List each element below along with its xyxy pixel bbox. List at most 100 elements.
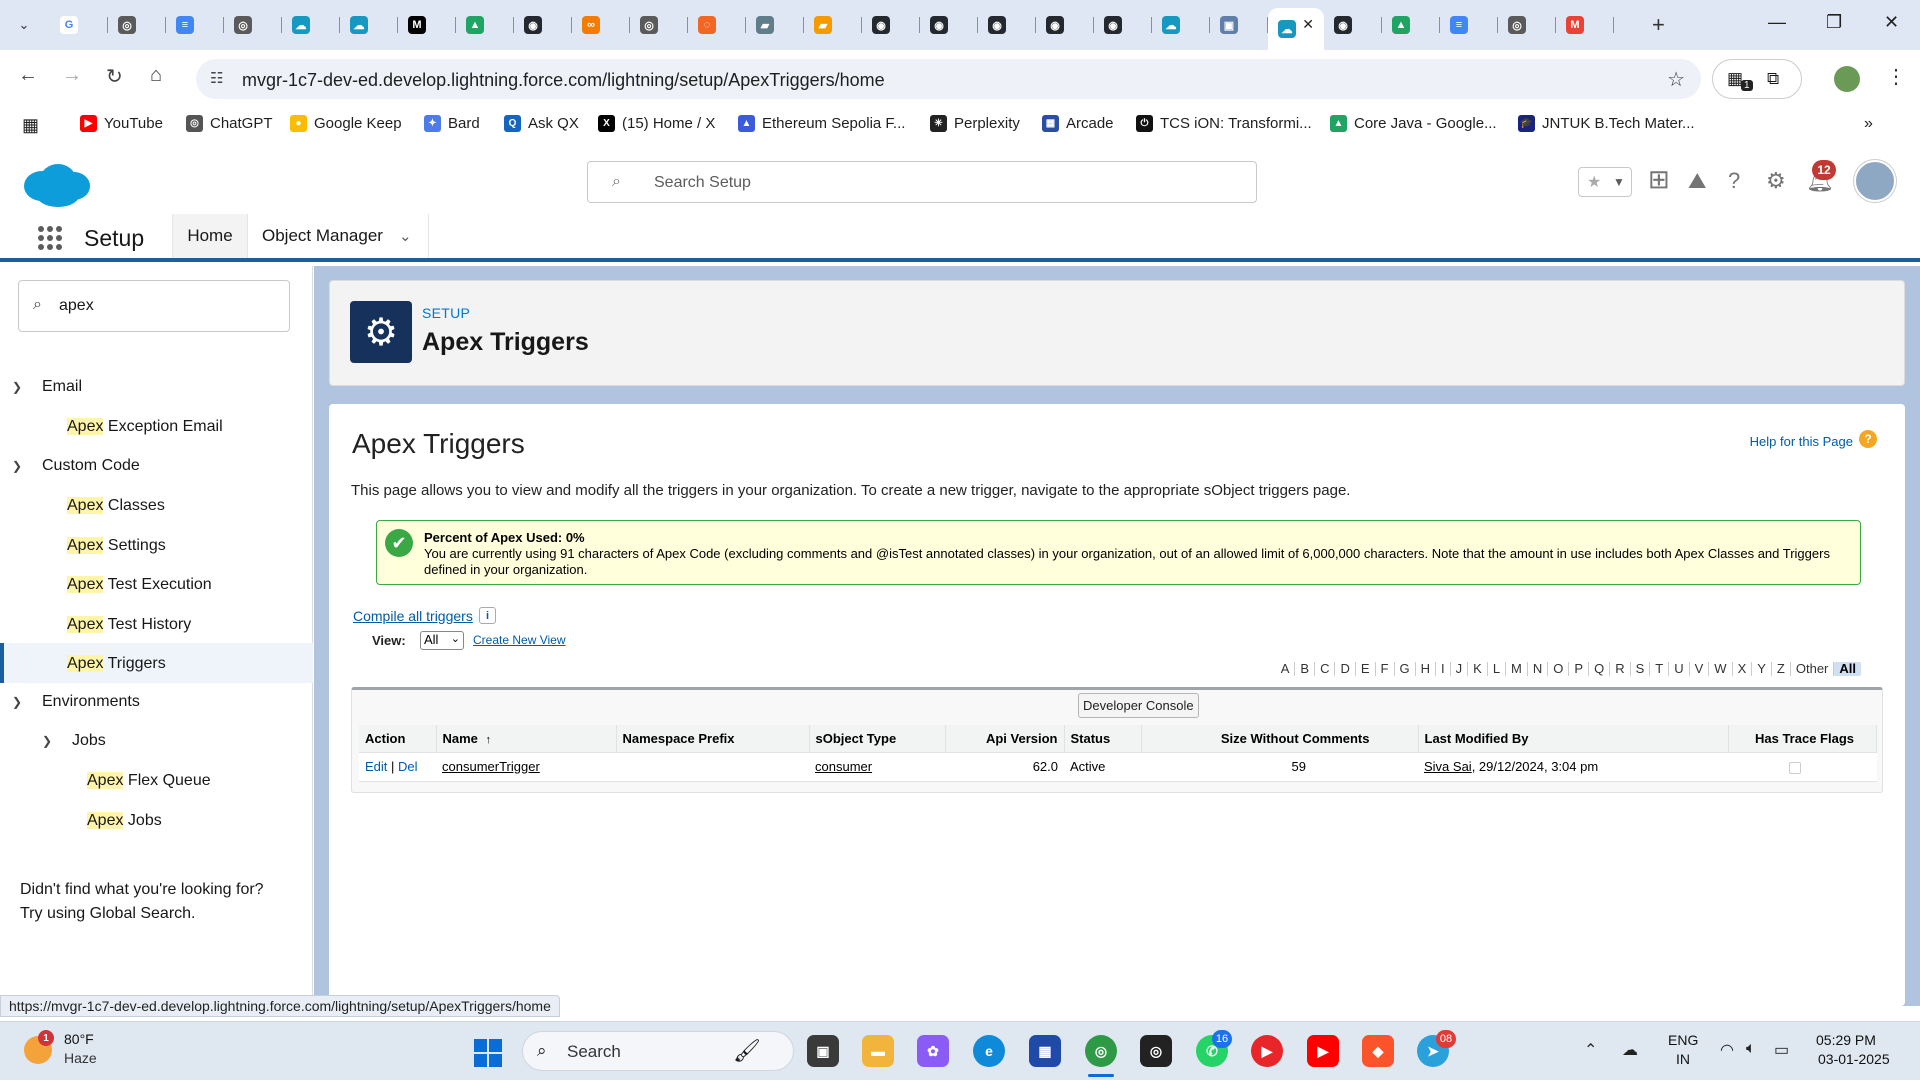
alpha-filter-k[interactable]: K [1468,662,1488,676]
bookmark-item[interactable]: ● Google Keep [290,115,402,132]
browser-tab[interactable]: G [50,8,108,42]
browser-tab[interactable]: ◌ [688,8,746,42]
alpha-filter-z[interactable]: Z [1772,662,1791,676]
bookmark-item[interactable]: ▲ Core Java - Google... [1330,115,1497,132]
browser-tab[interactable]: ◉ [1094,8,1152,42]
user-avatar[interactable] [1854,160,1896,202]
alpha-filter-p[interactable]: P [1569,662,1590,676]
favorites-button[interactable]: ★ ▼ [1578,167,1632,197]
browser-tab[interactable]: ▲ [456,8,514,42]
setup-search[interactable]: ⌕ Search Setup [587,161,1257,203]
bookmark-item[interactable]: ✦ Bard [424,115,480,132]
language-label[interactable]: ENG [1668,1032,1698,1048]
url-text[interactable]: mvgr-1c7-dev-ed.develop.lightning.force.… [242,70,885,91]
chatgpt-icon[interactable]: ◎ [1140,1035,1172,1067]
tree-node-jobs[interactable]: ❯ Jobs [42,732,106,750]
restore-button[interactable]: ❐ [1826,12,1842,33]
store-icon[interactable]: ▦ [1029,1035,1061,1067]
alpha-filter-v[interactable]: V [1690,662,1710,676]
alpha-filter-a[interactable]: A [1276,662,1296,676]
sidebar-item-apex-settings[interactable]: Apex Settings [67,536,166,555]
alpha-filter-h[interactable]: H [1416,662,1437,676]
clock-date[interactable]: 03-01-2025 [1818,1051,1890,1067]
browser-tab[interactable]: ≡ [166,8,224,42]
tree-node-environments[interactable]: ❯ Environments [12,693,140,711]
alpha-filter-q[interactable]: Q [1589,662,1611,676]
alpha-filter-g[interactable]: G [1395,662,1416,676]
reload-icon[interactable]: ↻ [106,64,123,89]
help-icon[interactable]: ? [1859,430,1877,448]
new-tab-button[interactable]: + [1652,12,1665,38]
browser-tab[interactable]: ◎ [224,8,282,42]
cloud-icon[interactable]: ☁ [1622,1040,1638,1060]
global-actions-icon[interactable]: ⊞ [1648,164,1670,195]
taskbar-search[interactable]: ⌕ Search 🖌︎ [522,1031,794,1071]
weather-condition[interactable]: Haze [64,1050,97,1066]
salesforce-logo[interactable] [20,160,92,210]
col-name[interactable]: Name ↑ [436,725,617,753]
alpha-filter-f[interactable]: F [1376,662,1395,676]
bookmark-item[interactable]: 🎓 JNTUK B.Tech Mater... [1518,115,1695,132]
task-view-icon[interactable]: ▣ [807,1035,839,1067]
more-menu-icon[interactable]: ⋮ [1886,64,1906,89]
bookmark-item[interactable]: ▶ YouTube [80,115,163,132]
browser-tab[interactable]: ☁ [282,8,340,42]
bookmark-item[interactable]: Q Ask QX [504,115,579,132]
bookmark-item[interactable]: ▦ Arcade [1042,115,1114,132]
browser-tab[interactable]: ▣ [1210,8,1268,42]
sobject-link[interactable]: consumer [815,759,872,774]
create-new-view-link[interactable]: Create New View [473,633,565,647]
developer-console-button[interactable]: Developer Console [1078,693,1199,718]
modified-by-user-link[interactable]: Siva Sai [1424,759,1472,774]
alpha-filter-r[interactable]: R [1610,662,1631,676]
close-window-button[interactable]: ✕ [1884,12,1899,33]
alpha-filter-c[interactable]: C [1315,662,1336,676]
alpha-filter-s[interactable]: S [1631,662,1651,676]
sidebar-item-apex-jobs[interactable]: Apex Jobs [87,811,162,830]
alpha-filter-b[interactable]: B [1295,662,1316,676]
browser-tab[interactable]: ▲ [1382,8,1440,42]
alpha-filter-j[interactable]: J [1451,662,1469,676]
forward-icon[interactable]: → [62,64,82,87]
tab-object-manager[interactable]: Object Manager ⌄ [262,214,428,258]
tab-search-button[interactable]: ⌄ [10,12,38,38]
browser-tab[interactable]: ▰ [804,8,862,42]
col-api-version[interactable]: Api Version [945,725,1065,753]
alpha-filter-u[interactable]: U [1669,662,1690,676]
sidebar-item-apex-flex-queue[interactable]: Apex Flex Queue [87,772,211,790]
volume-icon[interactable]: 🔈︎ [1746,1040,1756,1058]
col-trace-flags[interactable]: Has Trace Flags [1728,725,1877,753]
tree-node-custom-code[interactable]: ❯ Custom Code [12,457,140,475]
sidebar-item-apex-classes[interactable]: Apex Classes [67,497,165,515]
info-icon[interactable]: i [479,607,496,624]
browser-tab[interactable]: ◉ [920,8,978,42]
alpha-filter-o[interactable]: O [1548,662,1570,676]
browser-tab[interactable]: ◎ [630,8,688,42]
alpha-filter-x[interactable]: X [1733,662,1753,676]
alpha-filter-m[interactable]: M [1506,662,1528,676]
trailhead-icon[interactable]: ⛰ [1688,168,1706,194]
browser-tab[interactable]: ◎ [108,8,166,42]
view-select[interactable]: All ⌄ [420,631,464,650]
trigger-name-link[interactable]: consumerTrigger [442,759,540,774]
bookmark-item[interactable]: X (15) Home / X [598,115,715,132]
sidebar-item-apex-test-execution[interactable]: Apex Test Execution [67,576,212,594]
tab-home[interactable]: Home [172,214,248,258]
compile-all-triggers-link[interactable]: Compile all triggers [353,608,473,624]
bookmark-star-icon[interactable]: ☆ [1667,67,1685,92]
alpha-filter-y[interactable]: Y [1752,662,1772,676]
puzzle-icon[interactable]: ⧉ [1767,69,1779,89]
browser-tab[interactable]: ≡ [1440,8,1498,42]
alpha-filter-other[interactable]: Other [1791,662,1835,676]
browser-tab[interactable]: ◉ [1324,8,1382,42]
site-info-icon[interactable]: ☷ [210,69,223,87]
more-bookmarks-icon[interactable]: » [1864,115,1873,133]
alpha-filter-w[interactable]: W [1709,662,1733,676]
browser-tab[interactable]: ☁ ✕ [1268,8,1324,50]
browser-tab[interactable]: M [398,8,456,42]
alpha-filter-d[interactable]: D [1335,662,1356,676]
alpha-filter-n[interactable]: N [1528,662,1549,676]
sidebar-item-apex-test-history[interactable]: Apex Test History [67,615,191,634]
alpha-filter-all[interactable]: All [1834,662,1861,676]
battery-icon[interactable]: ▭ [1774,1040,1789,1060]
